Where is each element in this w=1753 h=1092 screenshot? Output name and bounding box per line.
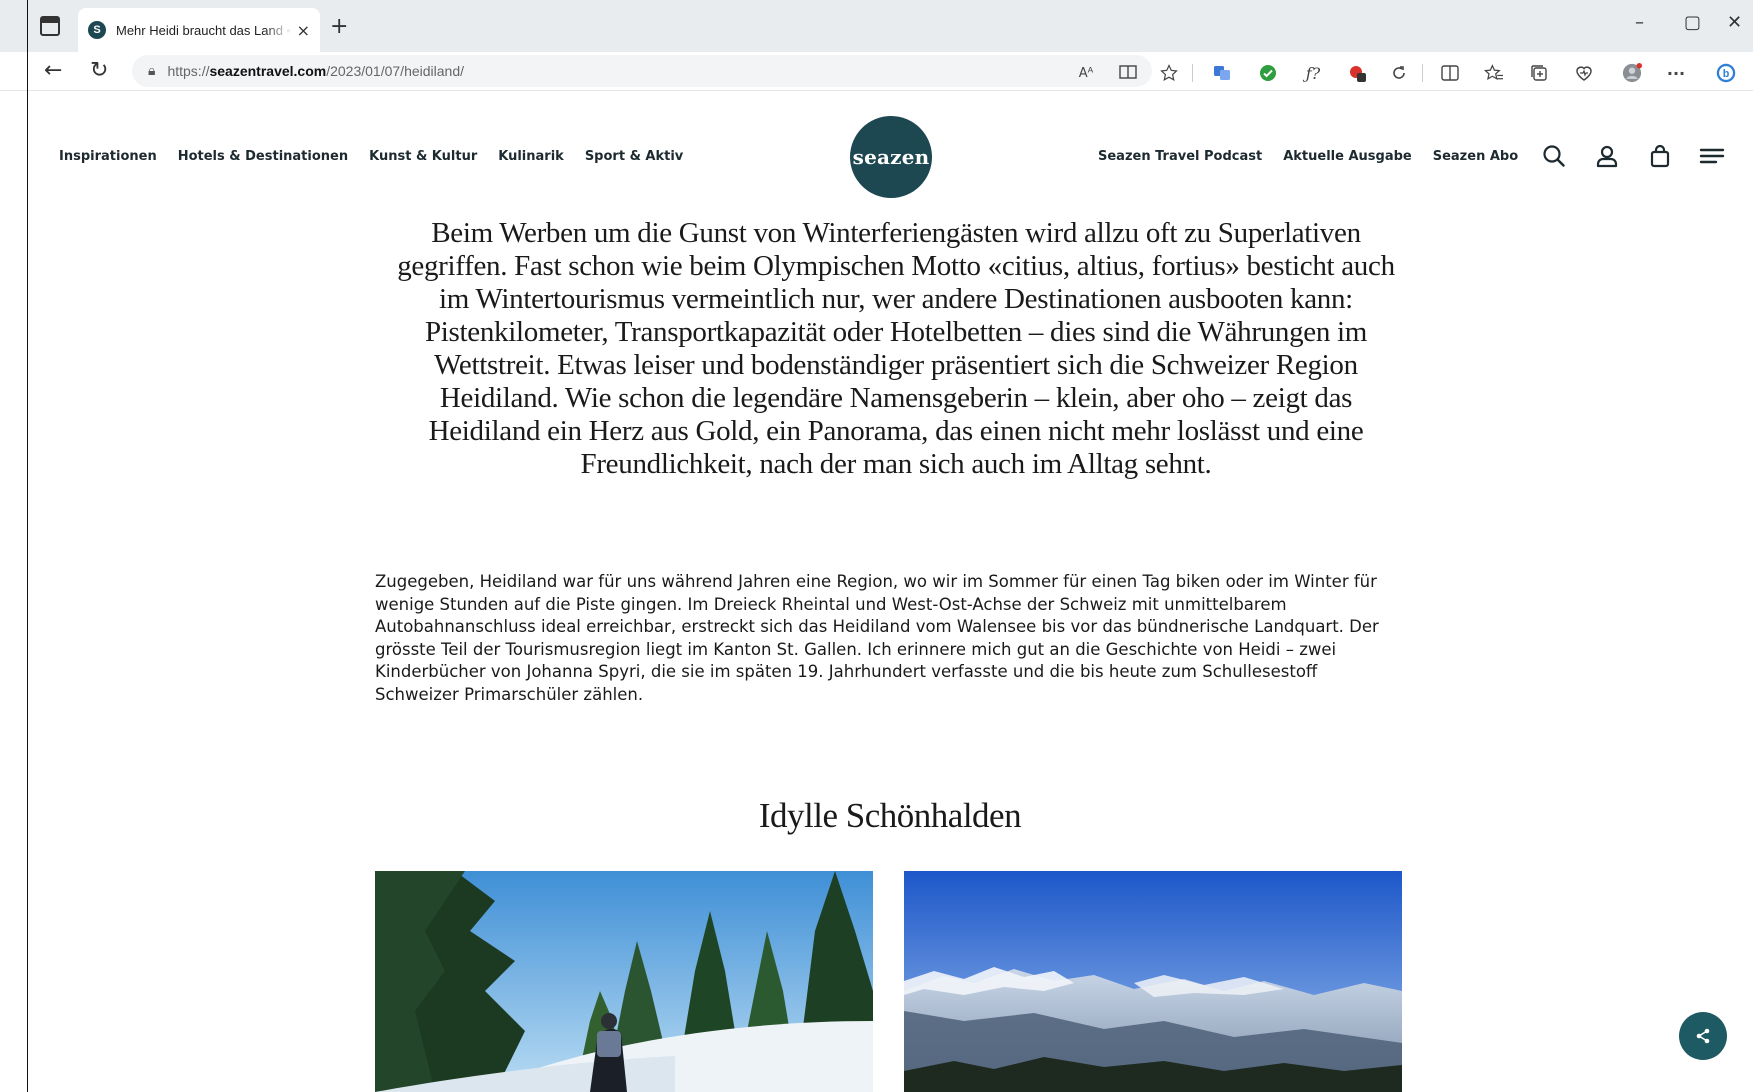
url-field[interactable]: 🔒︎ https://seazentravel.com/2023/01/07/h… (132, 55, 1152, 87)
secondary-nav: Seazen Travel Podcast Aktuelle Ausgabe S… (1098, 149, 1518, 164)
copilot-icon[interactable]: b (1716, 63, 1736, 83)
browser-essentials-icon[interactable] (1574, 63, 1594, 83)
lock-icon[interactable]: 🔒︎ (148, 63, 155, 79)
nav-item-abo[interactable]: Seazen Abo (1433, 149, 1518, 164)
read-aloud-icon[interactable]: Aᴬ (1076, 63, 1096, 83)
address-bar-row: ← ↻ 🔒︎ https://seazentravel.com/2023/01/… (0, 52, 1753, 91)
split-screen-icon[interactable] (1440, 63, 1460, 83)
article-lead: Beim Werben um die Gunst von Winterferie… (397, 217, 1395, 480)
nav-item-aktuelle-ausgabe[interactable]: Aktuelle Ausgabe (1283, 149, 1412, 164)
minimize-icon[interactable]: – (1635, 12, 1644, 33)
svg-text:b: b (1723, 68, 1730, 80)
nav-item-hotels-destinationen[interactable]: Hotels & Destinationen (178, 149, 348, 164)
menu-icon[interactable] (1698, 143, 1726, 169)
web-page: Inspirationen Hotels & Destinationen Kun… (28, 91, 1753, 1092)
url-host: seazentravel.com (209, 63, 327, 79)
bag-icon[interactable] (1647, 143, 1673, 169)
profile-icon[interactable] (1622, 63, 1642, 83)
account-icon[interactable] (1594, 143, 1620, 169)
site-logo[interactable]: seazen (850, 116, 932, 198)
close-window-icon[interactable]: ✕ (1727, 12, 1742, 33)
tab-active[interactable]: S Mehr Heidi braucht das Land • se × (78, 8, 320, 52)
translate-icon[interactable] (1212, 63, 1232, 83)
nav-item-inspirationen[interactable]: Inspirationen (59, 149, 157, 164)
tab-actions-icon[interactable] (40, 16, 60, 36)
close-icon[interactable]: × (297, 21, 310, 40)
tab-title: Mehr Heidi braucht das Land • se (116, 22, 291, 38)
search-icon[interactable] (1541, 143, 1567, 169)
back-icon[interactable]: ← (44, 58, 62, 83)
nav-item-podcast[interactable]: Seazen Travel Podcast (1098, 149, 1262, 164)
favicon-icon: S (88, 21, 106, 39)
formula-icon[interactable]: ƒ? (1303, 63, 1323, 83)
extension-icon[interactable] (1348, 63, 1368, 83)
maximize-icon[interactable]: ▢ (1684, 12, 1701, 33)
refresh-icon[interactable]: ↻ (90, 58, 108, 83)
favorites-icon[interactable] (1484, 63, 1504, 83)
new-tab-icon[interactable]: + (330, 14, 348, 39)
nav-item-kunst-kultur[interactable]: Kunst & Kultur (369, 149, 477, 164)
logo-text: seazen (852, 145, 930, 169)
nav-item-kulinarik[interactable]: Kulinarik (498, 149, 564, 164)
extension-check-icon[interactable] (1258, 63, 1278, 83)
sync-icon[interactable] (1389, 63, 1409, 83)
url-path: /2023/01/07/heidiland/ (326, 63, 465, 79)
share-button[interactable] (1679, 1012, 1727, 1060)
immersive-reader-icon[interactable] (1118, 63, 1138, 83)
more-icon[interactable]: ··· (1666, 63, 1686, 83)
url-text: https://seazentravel.com/2023/01/07/heid… (167, 63, 464, 79)
share-icon (1696, 1028, 1710, 1044)
photo-alpine-panorama[interactable] (904, 871, 1402, 1092)
nav-item-sport-aktiv[interactable]: Sport & Aktiv (585, 149, 683, 164)
browser-window: S Mehr Heidi braucht das Land • se × + –… (0, 0, 1753, 1092)
favorite-star-icon[interactable] (1159, 63, 1179, 83)
collections-icon[interactable] (1529, 63, 1549, 83)
url-prefix: https:// (167, 63, 210, 79)
tab-bar: S Mehr Heidi braucht das Land • se × + –… (0, 0, 1753, 53)
article-body-paragraph: Zugegeben, Heidiland war für uns während… (375, 572, 1379, 704)
photo-snowshoe-forest[interactable] (375, 871, 873, 1092)
primary-nav: Inspirationen Hotels & Destinationen Kun… (59, 149, 683, 164)
section-heading: Idylle Schönhalden (758, 796, 1022, 835)
